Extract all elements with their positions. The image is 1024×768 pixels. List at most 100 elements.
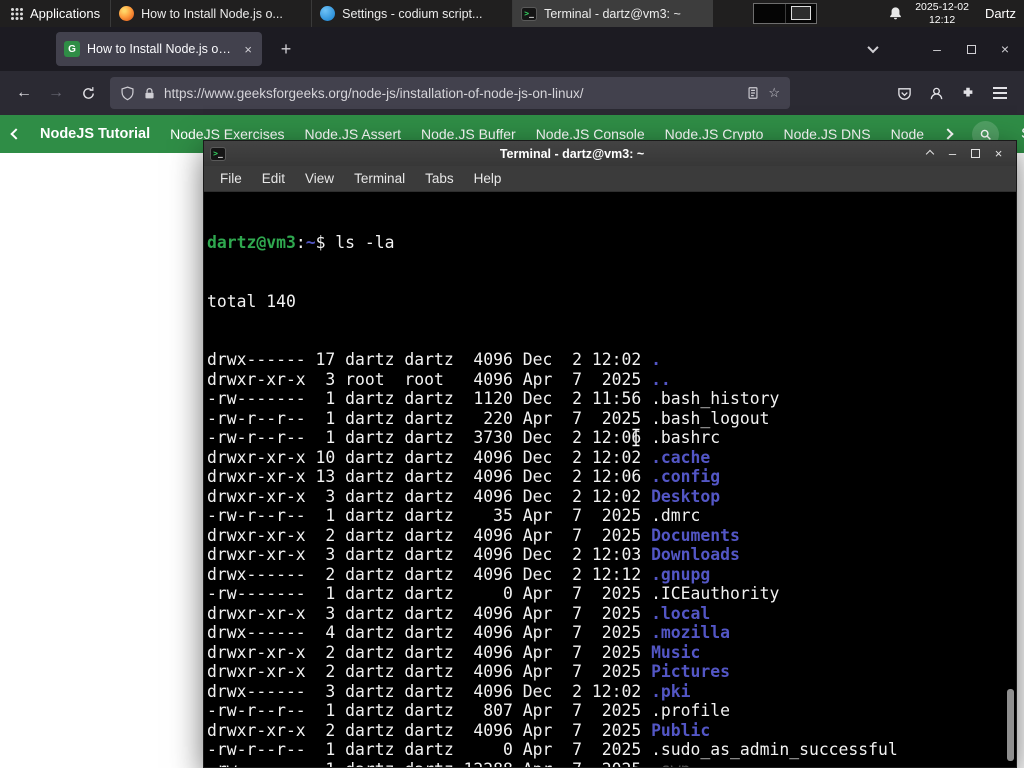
terminal-close-button[interactable]: × bbox=[987, 141, 1010, 166]
taskbar-button-codium[interactable]: Settings - codium script... bbox=[311, 0, 512, 27]
window-maximize-button[interactable] bbox=[954, 27, 988, 71]
terminal-menubar: File Edit View Terminal Tabs Help bbox=[204, 166, 1016, 192]
file-meta: -rw-r--r-- 1 dartz dartz 807 Apr 7 2025 bbox=[207, 701, 652, 720]
terminal-scrollbar[interactable] bbox=[1007, 689, 1014, 761]
applications-grid-icon bbox=[11, 7, 23, 20]
file-name: .profile bbox=[651, 701, 731, 720]
notifications-bell-icon[interactable] bbox=[888, 6, 903, 21]
url-bar[interactable]: https://www.geeksforgeeks.org/node-js/in… bbox=[110, 77, 790, 109]
taskbar-title: Terminal - dartz@vm3: ~ bbox=[544, 6, 681, 21]
site-nav-item-primary[interactable]: NodeJS Tutorial bbox=[40, 126, 150, 142]
file-name: . bbox=[651, 350, 661, 369]
lock-icon[interactable] bbox=[143, 87, 156, 100]
mini-window-icon bbox=[790, 6, 811, 20]
file-meta: drwx------ 4 dartz dartz 4096 Apr 7 2025 bbox=[207, 623, 652, 642]
prompt-dollar: $ bbox=[315, 233, 326, 252]
extensions-icon[interactable] bbox=[952, 77, 984, 109]
terminal-output-line: -rw-r--r-- 1 dartz dartz 807 Apr 7 2025 … bbox=[207, 701, 1016, 721]
top-panel: Applications How to Install Node.js o...… bbox=[0, 0, 1024, 27]
tab-title: How to Install Node.js on... bbox=[87, 42, 236, 56]
terminal-output-line: drwxr-xr-x 3 dartz dartz 4096 Apr 7 2025… bbox=[207, 604, 1016, 624]
reader-mode-icon[interactable] bbox=[746, 86, 760, 100]
file-meta: -rw-r--r-- 1 dartz dartz 3730 Dec 2 12:0… bbox=[207, 428, 652, 447]
file-meta: drwxr-xr-x 10 dartz dartz 4096 Dec 2 12:… bbox=[207, 447, 652, 467]
account-icon[interactable] bbox=[920, 77, 952, 109]
workspace-1[interactable] bbox=[754, 4, 786, 23]
terminal-output-line: drwx------ 4 dartz dartz 4096 Apr 7 2025… bbox=[207, 623, 1016, 643]
firefox-icon bbox=[119, 6, 135, 21]
file-name: .sudo_as_admin_successful bbox=[651, 740, 898, 759]
terminal-menu-view[interactable]: View bbox=[295, 171, 344, 186]
file-meta: -rw-r--r-- 1 dartz dartz 0 Apr 7 2025 bbox=[207, 740, 652, 759]
file-name: .pki bbox=[651, 681, 691, 701]
list-all-tabs-icon[interactable] bbox=[856, 27, 890, 71]
panel-clock[interactable]: 2025-12-02 12:12 bbox=[915, 1, 969, 26]
menu-icon[interactable] bbox=[984, 77, 1016, 109]
terminal-output-line: -rw-r--r-- 1 dartz dartz 0 Apr 7 2025 .s… bbox=[207, 740, 1016, 760]
taskbar-button-terminal[interactable]: >_ Terminal - dartz@vm3: ~ bbox=[512, 0, 714, 27]
file-meta: -rw------- 1 dartz dartz 12288 Apr 7 202… bbox=[207, 760, 651, 768]
prompt-colon: : bbox=[295, 233, 306, 252]
forward-button[interactable]: → bbox=[40, 77, 72, 109]
terminal-maximize-button[interactable] bbox=[964, 141, 987, 166]
nav-scroll-right-icon[interactable] bbox=[942, 128, 954, 140]
file-name: .swp bbox=[651, 760, 690, 768]
terminal-menu-file[interactable]: File bbox=[210, 171, 252, 186]
terminal-menu-tabs[interactable]: Tabs bbox=[415, 171, 464, 186]
applications-menu-button[interactable]: Applications bbox=[0, 0, 110, 27]
file-name: Public bbox=[651, 720, 711, 740]
file-meta: drwxr-xr-x 3 root root 4096 Apr 7 2025 bbox=[207, 369, 652, 389]
applications-label: Applications bbox=[30, 6, 101, 21]
terminal-output-line: drwxr-xr-x 3 dartz dartz 4096 Dec 2 12:0… bbox=[207, 487, 1016, 507]
prompt-user-host: dartz@vm3 bbox=[207, 233, 296, 252]
file-name: .mozilla bbox=[651, 623, 731, 642]
terminal-output-line: -rw-r--r-- 1 dartz dartz 220 Apr 7 2025 … bbox=[207, 409, 1016, 429]
file-name: .bashrc bbox=[651, 428, 721, 447]
terminal-output-line: drwx------ 3 dartz dartz 4096 Dec 2 12:0… bbox=[207, 682, 1016, 702]
file-name: .gnupg bbox=[651, 564, 711, 584]
clock-time: 12:12 bbox=[928, 13, 956, 26]
file-name: .local bbox=[651, 603, 711, 623]
new-tab-button[interactable]: + bbox=[272, 35, 300, 63]
file-name: Desktop bbox=[651, 486, 721, 506]
back-button[interactable]: ← bbox=[8, 77, 40, 109]
terminal-app-icon: >_ bbox=[210, 146, 226, 161]
file-name: Downloads bbox=[651, 545, 740, 564]
file-name: .bash_history bbox=[651, 389, 780, 408]
terminal-menu-terminal[interactable]: Terminal bbox=[344, 171, 415, 186]
terminal-listing: drwx------ 17 dartz dartz 4096 Dec 2 12:… bbox=[207, 350, 1016, 767]
file-name: .config bbox=[651, 467, 721, 486]
terminal-output-line: -rw------- 1 dartz dartz 1120 Dec 2 11:5… bbox=[207, 389, 1016, 409]
workspace-switcher[interactable] bbox=[753, 3, 818, 24]
nav-scroll-left-icon[interactable] bbox=[10, 128, 22, 140]
window-minimize-button[interactable]: – bbox=[920, 27, 954, 71]
tracking-shield-icon[interactable] bbox=[120, 85, 135, 101]
terminal-output-line: drwx------ 2 dartz dartz 4096 Dec 2 12:1… bbox=[207, 565, 1016, 585]
codium-icon bbox=[320, 6, 336, 21]
file-meta: -rw------- 1 dartz dartz 0 Apr 7 2025 bbox=[207, 584, 652, 603]
pocket-icon[interactable] bbox=[888, 77, 920, 109]
window-close-button[interactable]: × bbox=[988, 27, 1022, 71]
terminal-menu-help[interactable]: Help bbox=[464, 171, 512, 186]
desktop-screen: Applications How to Install Node.js o...… bbox=[0, 0, 1024, 768]
workspace-2[interactable] bbox=[786, 4, 817, 23]
terminal-menu-edit[interactable]: Edit bbox=[252, 171, 295, 186]
browser-tab[interactable]: G How to Install Node.js on... × bbox=[56, 32, 262, 66]
terminal-window: >_ Terminal - dartz@vm3: ~ – × File Edit V… bbox=[203, 140, 1017, 768]
file-name: .cache bbox=[651, 447, 711, 467]
file-name: .. bbox=[651, 369, 671, 389]
terminal-total-line: total 140 bbox=[207, 291, 296, 311]
file-name: .bash_logout bbox=[651, 408, 770, 428]
terminal-output-line: -rw------- 1 dartz dartz 12288 Apr 7 202… bbox=[207, 760, 1016, 768]
terminal-shade-button[interactable] bbox=[918, 141, 941, 166]
bookmark-star-icon[interactable]: ☆ bbox=[768, 85, 780, 101]
reload-button[interactable] bbox=[72, 77, 104, 109]
terminal-titlebar[interactable]: >_ Terminal - dartz@vm3: ~ – × bbox=[204, 141, 1016, 166]
terminal-minimize-button[interactable]: – bbox=[941, 141, 964, 166]
tab-close-icon[interactable]: × bbox=[242, 42, 254, 57]
terminal-output-line: -rw------- 1 dartz dartz 0 Apr 7 2025 .I… bbox=[207, 584, 1016, 604]
browser-tab-bar: G How to Install Node.js on... × + – × bbox=[0, 27, 1024, 71]
terminal-output-line: -rw-r--r-- 1 dartz dartz 3730 Dec 2 12:0… bbox=[207, 428, 1016, 448]
file-name: Documents bbox=[651, 525, 740, 545]
taskbar-button-firefox[interactable]: How to Install Node.js o... bbox=[110, 0, 311, 27]
